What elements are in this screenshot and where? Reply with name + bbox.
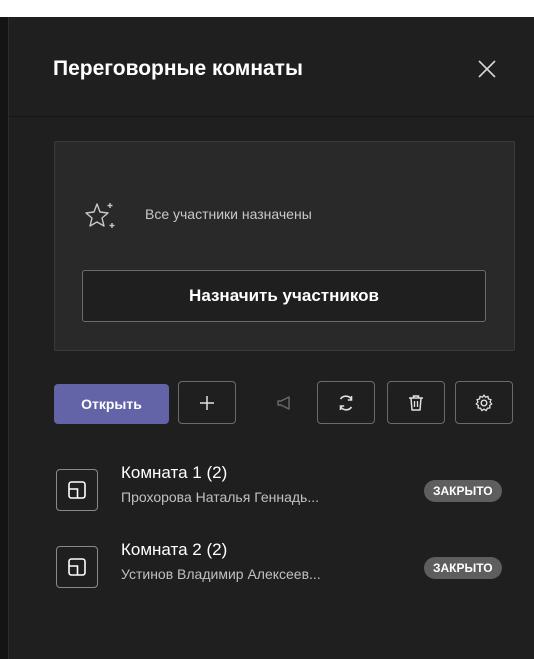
gear-icon (475, 393, 493, 411)
delete-rooms-button[interactable] (387, 381, 445, 424)
assign-participants-card: Все участники назначены Назначить участн… (54, 141, 515, 351)
sparkle-star-icon (81, 198, 117, 234)
trash-icon (409, 394, 423, 411)
window-top-strip (0, 0, 534, 17)
open-rooms-button[interactable]: Открыть (54, 384, 169, 424)
room-icon (56, 469, 98, 511)
recreate-rooms-button[interactable] (317, 381, 375, 424)
megaphone-icon (277, 395, 290, 410)
assign-participants-button[interactable]: Назначить участников (82, 270, 486, 322)
add-room-button[interactable] (178, 381, 236, 424)
panel-title: Переговорные комнаты (53, 57, 303, 80)
all-assigned-text: Все участники назначены (145, 206, 312, 222)
close-icon (478, 60, 496, 78)
refresh-icon (339, 394, 353, 411)
room-icon (56, 546, 98, 588)
room-name: Комната 2 (2) (121, 540, 228, 559)
room-status-badge: ЗАКРЫТО (424, 557, 502, 579)
room-list-item[interactable]: Комната 1 (2) Прохорова Наталья Геннадь.… (54, 458, 524, 530)
plus-icon (200, 395, 214, 410)
panel-divider (0, 17, 9, 659)
close-button[interactable] (473, 55, 501, 83)
room-status-badge: ЗАКРЫТО (424, 480, 502, 502)
room-list-item[interactable]: Комната 2 (2) Устинов Владимир Алексеев.… (54, 535, 524, 607)
panel-header: Переговорные комнаты (9, 17, 534, 117)
room-participants: Прохорова Наталья Геннадь... (121, 489, 320, 505)
room-participants: Устинов Владимир Алексеев... (121, 566, 321, 582)
room-settings-button[interactable] (455, 381, 513, 424)
breakout-rooms-panel: Переговорные комнаты Все участники назна… (9, 17, 534, 659)
room-name: Комната 1 (2) (121, 463, 228, 482)
announcement-button[interactable] (264, 381, 304, 424)
